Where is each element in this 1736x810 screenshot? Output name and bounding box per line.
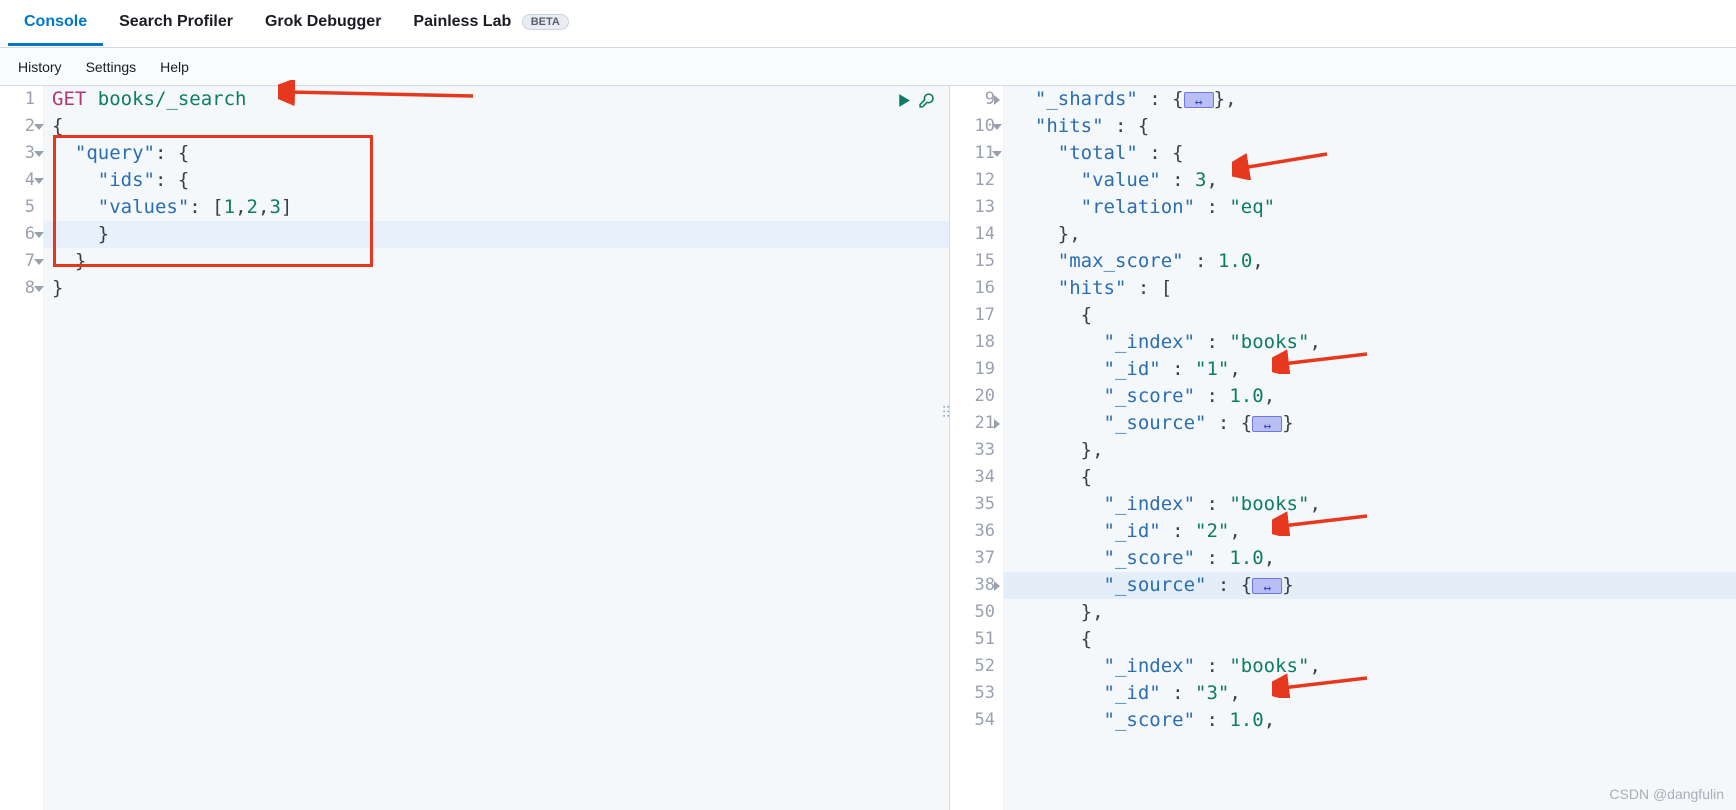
tab-painless-lab-label: Painless Lab xyxy=(413,13,511,30)
help-link[interactable]: Help xyxy=(148,53,201,81)
tab-console[interactable]: Console xyxy=(8,1,103,46)
console-subbar: History Settings Help xyxy=(0,48,1736,86)
dev-tools-tabs: Console Search Profiler Grok Debugger Pa… xyxy=(0,0,1736,48)
watermark: CSDN @dangfulin xyxy=(1609,786,1724,802)
request-gutter: 1 2 3 4 5 6 7 8 xyxy=(0,86,44,810)
request-editor[interactable]: 1 2 3 4 5 6 7 8 GET books/_search { "que… xyxy=(0,86,950,810)
history-link[interactable]: History xyxy=(6,53,74,81)
beta-badge: BETA xyxy=(522,14,569,30)
fold-caret-icon[interactable] xyxy=(990,140,1004,167)
tab-search-profiler[interactable]: Search Profiler xyxy=(103,1,249,46)
fold-pill-icon[interactable] xyxy=(1252,416,1282,432)
settings-link[interactable]: Settings xyxy=(74,53,149,81)
fold-pill-icon[interactable] xyxy=(1252,578,1282,594)
fold-pill-icon[interactable] xyxy=(1184,92,1214,108)
editor-split: 1 2 3 4 5 6 7 8 GET books/_search { "que… xyxy=(0,86,1736,810)
fold-caret-icon[interactable] xyxy=(990,113,1004,140)
play-icon[interactable] xyxy=(895,90,912,117)
response-gutter: 9 10 11 12 13 14 15 16 17 18 19 20 21 33… xyxy=(950,86,1004,810)
fold-caret-icon[interactable] xyxy=(990,410,1004,437)
fold-caret-icon[interactable] xyxy=(990,572,1004,599)
request-code[interactable]: GET books/_search { "query": { "ids": { … xyxy=(44,86,949,810)
fold-caret-icon[interactable] xyxy=(990,86,1004,113)
tab-grok-debugger[interactable]: Grok Debugger xyxy=(249,1,397,46)
pane-resize-handle[interactable]: ⫶⫶ xyxy=(942,405,950,423)
tab-painless-lab[interactable]: Painless Lab BETA xyxy=(397,1,584,46)
response-code: "_shards" : {}, "hits" : { "total" : { "… xyxy=(1004,86,1736,810)
wrench-icon[interactable] xyxy=(918,90,935,117)
response-viewer[interactable]: 9 10 11 12 13 14 15 16 17 18 19 20 21 33… xyxy=(950,86,1736,810)
